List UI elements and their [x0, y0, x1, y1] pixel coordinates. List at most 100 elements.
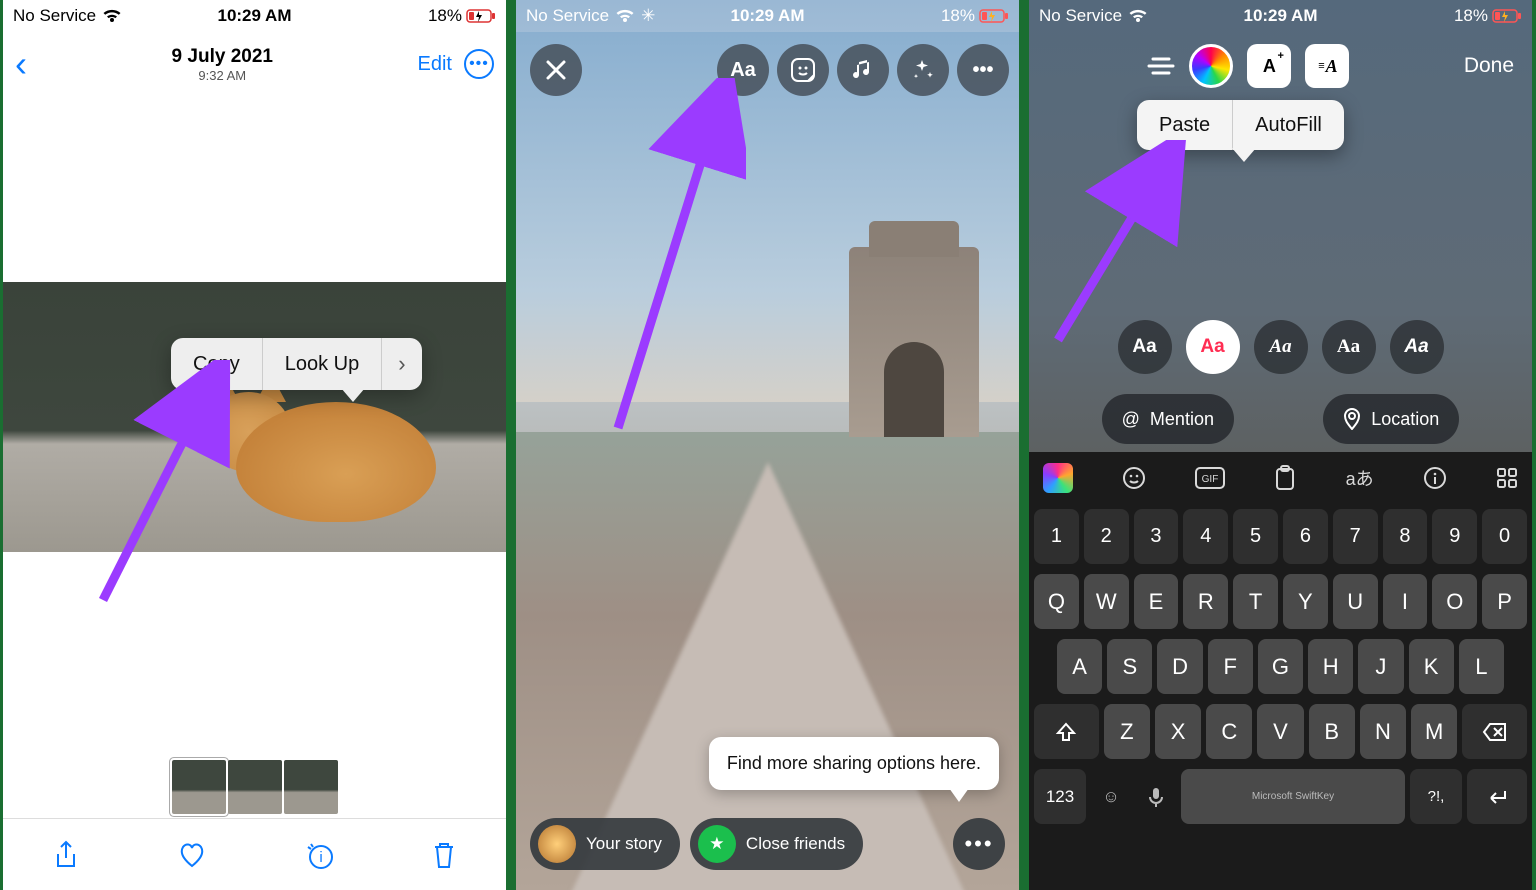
key[interactable]: A — [1057, 639, 1102, 694]
grid-icon[interactable] — [1496, 467, 1518, 489]
font-chip[interactable]: Aa — [1254, 320, 1308, 374]
key[interactable]: G — [1258, 639, 1303, 694]
autofill-option[interactable]: AutoFill — [1233, 100, 1344, 150]
key[interactable]: W — [1084, 574, 1129, 629]
text-tool[interactable]: Aa — [717, 44, 769, 96]
key[interactable]: S — [1107, 639, 1152, 694]
space-key[interactable]: Microsoft SwiftKey — [1181, 769, 1405, 824]
mention-button[interactable]: @ Mention — [1102, 394, 1234, 444]
close-friends-button[interactable]: ★ Close friends — [690, 818, 863, 870]
status-time: 10:29 AM — [1029, 6, 1532, 26]
key[interactable]: Z — [1104, 704, 1150, 759]
translate-icon[interactable]: aあ — [1346, 465, 1374, 491]
color-picker-button[interactable] — [1189, 44, 1233, 88]
backspace-key[interactable] — [1462, 704, 1527, 759]
sticker-tool[interactable] — [777, 44, 829, 96]
enter-key[interactable] — [1467, 769, 1527, 824]
your-story-button[interactable]: Your story — [530, 818, 680, 870]
heart-icon[interactable] — [177, 841, 207, 869]
key[interactable]: 5 — [1233, 509, 1278, 564]
annotation-arrow — [1043, 140, 1203, 350]
key[interactable]: 3 — [1134, 509, 1179, 564]
mic-key[interactable] — [1136, 769, 1176, 824]
key[interactable]: 4 — [1183, 509, 1228, 564]
key[interactable]: Q — [1034, 574, 1079, 629]
key[interactable]: M — [1411, 704, 1457, 759]
effects-tool[interactable] — [897, 44, 949, 96]
key[interactable]: P — [1482, 574, 1527, 629]
key[interactable]: 2 — [1084, 509, 1129, 564]
font-chip[interactable]: Aa — [1390, 320, 1444, 374]
location-label: Location — [1371, 409, 1439, 430]
sharing-tooltip: Find more sharing options here. — [709, 737, 999, 790]
music-tool[interactable] — [837, 44, 889, 96]
key[interactable]: N — [1360, 704, 1406, 759]
key[interactable]: 7 — [1333, 509, 1378, 564]
gif-icon[interactable]: GIF — [1195, 467, 1225, 489]
key[interactable]: B — [1309, 704, 1355, 759]
text-style-button[interactable]: A+ — [1247, 44, 1291, 88]
location-button[interactable]: Location — [1323, 394, 1459, 444]
font-chip-active[interactable]: Aa — [1186, 320, 1240, 374]
align-icon[interactable] — [1147, 55, 1175, 77]
photo-viewer[interactable] — [3, 282, 506, 552]
lookup-option[interactable]: Look Up — [263, 338, 383, 390]
trash-icon[interactable] — [431, 840, 457, 870]
punct-key[interactable]: ?!, — [1410, 769, 1462, 824]
info-icon[interactable]: i — [304, 840, 334, 870]
shift-key[interactable] — [1034, 704, 1099, 759]
more-tool[interactable]: ••• — [957, 44, 1009, 96]
info-icon[interactable] — [1423, 466, 1447, 490]
key[interactable]: K — [1409, 639, 1454, 694]
keyboard: GIF aあ 1 2 3 4 5 6 7 8 9 0 Q W E R T Y U… — [1029, 452, 1532, 890]
key[interactable]: H — [1308, 639, 1353, 694]
key[interactable]: 0 — [1482, 509, 1527, 564]
key[interactable]: 8 — [1383, 509, 1428, 564]
key[interactable]: D — [1157, 639, 1202, 694]
more-button[interactable]: ••• — [464, 49, 494, 79]
emoji-key[interactable]: ☺ — [1091, 769, 1131, 824]
key[interactable]: U — [1333, 574, 1378, 629]
photo-date: 9 July 2021 — [172, 46, 273, 68]
key[interactable]: C — [1206, 704, 1252, 759]
numbers-key[interactable]: 123 — [1034, 769, 1086, 824]
copilot-icon[interactable] — [1043, 463, 1073, 493]
key[interactable]: E — [1134, 574, 1179, 629]
key[interactable]: R — [1183, 574, 1228, 629]
key[interactable]: Y — [1283, 574, 1328, 629]
font-chip[interactable]: Aa — [1118, 320, 1172, 374]
key[interactable]: 9 — [1432, 509, 1477, 564]
key[interactable]: 6 — [1283, 509, 1328, 564]
edit-button[interactable]: Edit — [418, 53, 452, 76]
status-bar: No Service ✳︎ 10:29 AM 18% — [516, 0, 1019, 32]
thumbnail[interactable] — [172, 760, 226, 814]
clipboard-icon[interactable] — [1274, 465, 1296, 491]
key[interactable]: X — [1155, 704, 1201, 759]
thumbnail[interactable] — [228, 760, 282, 814]
share-icon[interactable] — [52, 840, 80, 870]
paste-option[interactable]: Paste — [1137, 100, 1233, 150]
text-animation-button[interactable]: ≡A — [1305, 44, 1349, 88]
thumbnail[interactable] — [284, 760, 338, 814]
status-time: 10:29 AM — [516, 6, 1019, 26]
key[interactable]: J — [1358, 639, 1403, 694]
more-option[interactable]: › — [382, 338, 421, 390]
back-button[interactable]: ‹ — [15, 43, 27, 85]
thumbnail-strip[interactable] — [3, 760, 506, 814]
done-button[interactable]: Done — [1464, 54, 1514, 78]
key[interactable]: V — [1257, 704, 1303, 759]
key[interactable]: 1 — [1034, 509, 1079, 564]
key[interactable]: F — [1208, 639, 1253, 694]
share-more-button[interactable]: ••• — [953, 818, 1005, 870]
close-button[interactable] — [530, 44, 582, 96]
key[interactable]: I — [1383, 574, 1428, 629]
key[interactable]: O — [1432, 574, 1477, 629]
story-toolbar: Aa ••• — [717, 44, 1009, 96]
emoji-icon[interactable] — [1122, 466, 1146, 490]
copy-option[interactable]: Copy — [171, 338, 263, 390]
key[interactable]: L — [1459, 639, 1504, 694]
mention-icon: @ — [1122, 409, 1140, 430]
status-bar: No Service 10:29 AM 18% — [1029, 0, 1532, 32]
font-chip[interactable]: Aa — [1322, 320, 1376, 374]
key[interactable]: T — [1233, 574, 1278, 629]
